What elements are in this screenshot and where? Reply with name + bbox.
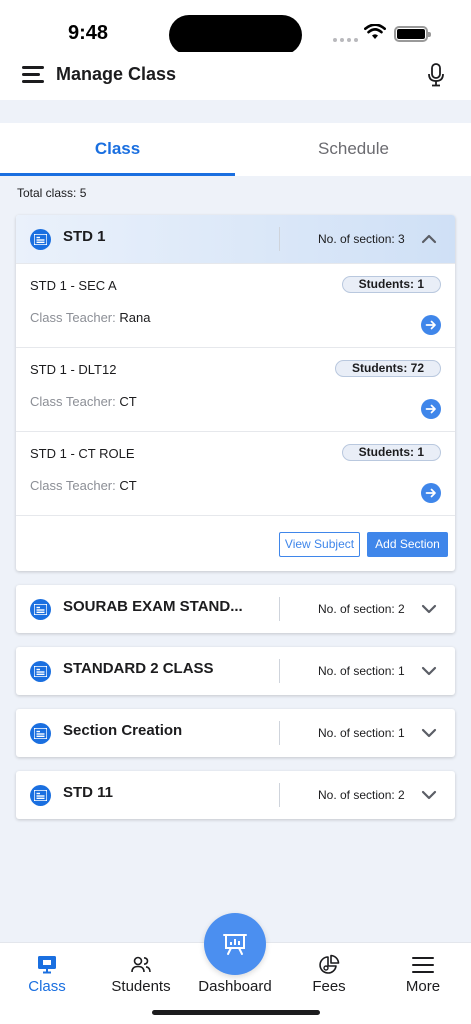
class-icon [30, 599, 51, 620]
header-divider [279, 227, 280, 251]
class-name: STD 1 [63, 228, 106, 245]
tab-bar: Class Schedule [0, 123, 471, 176]
chevron-down-icon[interactable] [421, 725, 437, 741]
nav-label: Class [28, 978, 66, 995]
open-section-arrow-icon[interactable] [421, 483, 441, 503]
home-indicator [152, 1010, 320, 1015]
nav-item-dashboard[interactable]: Dashboard [188, 913, 282, 1003]
class-icon [30, 723, 51, 744]
card-actions: View Subject Add Section [16, 515, 455, 571]
status-bar: 9:48 [0, 0, 471, 60]
header-divider [279, 783, 280, 807]
microphone-icon[interactable] [427, 63, 445, 87]
app-header: Manage Class [0, 52, 471, 100]
class-name: SOURAB EXAM STAND... [63, 598, 243, 615]
section-count: No. of section: 2 [318, 602, 405, 616]
dynamic-island [169, 15, 302, 55]
fees-pie-icon [319, 954, 340, 974]
view-subject-button[interactable]: View Subject [279, 532, 360, 557]
open-section-arrow-icon[interactable] [421, 315, 441, 335]
nav-label: More [405, 978, 441, 995]
class-card-header[interactable]: STANDARD 2 CLASS No. of section: 1 [16, 647, 455, 695]
class-card: SOURAB EXAM STAND... No. of section: 2 [16, 585, 455, 633]
class-card-header[interactable]: SOURAB EXAM STAND... No. of section: 2 [16, 585, 455, 633]
cellular-signal-icon [333, 38, 358, 42]
open-section-arrow-icon[interactable] [421, 399, 441, 419]
nav-label: Dashboard [198, 978, 272, 995]
battery-icon [394, 26, 431, 42]
nav-item-more[interactable]: More [376, 943, 470, 1003]
class-name: Section Creation [63, 722, 183, 739]
class-teacher: Class Teacher: CT [30, 478, 137, 493]
add-section-button[interactable]: Add Section [367, 532, 448, 557]
dashboard-presentation-icon [223, 934, 247, 955]
class-teacher-label: Class Teacher: [30, 394, 116, 409]
class-card: Section Creation No. of section: 1 [16, 709, 455, 757]
class-card: STD 1 No. of section: 3 STD 1 - SEC A St… [16, 215, 455, 571]
nav-item-fees[interactable]: Fees [282, 943, 376, 1003]
students-count-badge: Students: 72 [334, 360, 441, 377]
section-count: No. of section: 3 [318, 232, 405, 246]
page-title: Manage Class [56, 64, 177, 84]
section-count: No. of section: 1 [318, 664, 405, 678]
nav-item-students[interactable]: Students [94, 943, 188, 1003]
more-menu-icon [412, 957, 434, 973]
status-time: 9:48 [68, 22, 109, 44]
chevron-down-icon[interactable] [421, 787, 437, 803]
section-count: No. of section: 2 [318, 788, 405, 802]
class-card-header[interactable]: Section Creation No. of section: 1 [16, 709, 455, 757]
class-card-header[interactable]: STD 1 No. of section: 3 [16, 215, 455, 263]
nav-item-class[interactable]: Class [0, 943, 94, 1003]
tab-class[interactable]: Class [0, 123, 235, 176]
section-count: No. of section: 1 [318, 726, 405, 740]
class-teacher-label: Class Teacher: [30, 310, 116, 325]
class-card-header[interactable]: STD 11 No. of section: 2 [16, 771, 455, 819]
class-icon [30, 785, 51, 806]
chevron-down-icon[interactable] [421, 601, 437, 617]
header-divider [279, 659, 280, 683]
header-divider [279, 721, 280, 745]
class-board-icon [38, 956, 56, 974]
class-teacher-name: Rana [119, 310, 151, 325]
class-name: STANDARD 2 CLASS [63, 660, 214, 677]
class-card: STANDARD 2 CLASS No. of section: 1 [16, 647, 455, 695]
chevron-down-icon[interactable] [421, 663, 437, 679]
nav-label: Fees [312, 978, 346, 995]
section-name: STD 1 - CT ROLE [30, 446, 135, 461]
students-icon [131, 956, 151, 973]
chevron-up-icon[interactable] [421, 231, 437, 247]
header-divider [279, 597, 280, 621]
total-class-count: Total class: 5 [17, 186, 87, 200]
class-teacher-name: CT [119, 478, 137, 493]
section-row[interactable]: STD 1 - CT ROLE Students: 1 Class Teache… [16, 431, 455, 515]
class-card: STD 11 No. of section: 2 [16, 771, 455, 819]
class-icon [30, 229, 51, 250]
class-icon [30, 661, 51, 682]
wifi-icon [364, 24, 386, 39]
tab-schedule[interactable]: Schedule [236, 123, 471, 176]
hamburger-menu-icon[interactable] [22, 66, 44, 84]
students-count-badge: Students: 1 [341, 444, 441, 461]
section-name: STD 1 - DLT12 [30, 362, 117, 377]
section-row[interactable]: STD 1 - DLT12 Students: 72 Class Teacher… [16, 347, 455, 431]
dashboard-fab[interactable] [204, 913, 266, 975]
class-teacher: Class Teacher: Rana [30, 310, 150, 325]
class-name: STD 11 [63, 784, 114, 801]
class-teacher: Class Teacher: CT [30, 394, 137, 409]
class-teacher-label: Class Teacher: [30, 478, 116, 493]
section-row[interactable]: STD 1 - SEC A Students: 1 Class Teacher:… [16, 263, 455, 347]
students-count-badge: Students: 1 [341, 276, 441, 293]
nav-label: Students [111, 978, 171, 995]
class-teacher-name: CT [119, 394, 137, 409]
section-name: STD 1 - SEC A [30, 278, 117, 293]
